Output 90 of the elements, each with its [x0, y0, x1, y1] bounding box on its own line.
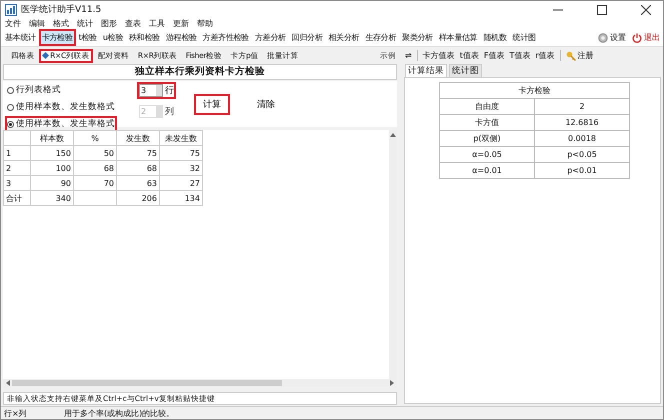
row-header: 2: [4, 160, 30, 176]
menu-item[interactable]: 统计: [77, 18, 93, 29]
row-header: 1: [4, 146, 30, 160]
app-icon[interactable]: [5, 4, 17, 16]
tab[interactable]: 相关分析: [326, 29, 362, 46]
button[interactable]: 计算: [194, 94, 230, 114]
table-cell[interactable]: [74, 190, 116, 206]
status-text: 用于多个率(或构成比)的比较。: [64, 408, 174, 418]
up-arrow-icon[interactable]: [390, 133, 396, 137]
menu-item[interactable]: 格式: [53, 18, 69, 29]
table-cell: α=0.01: [440, 162, 534, 178]
tab[interactable]: 计算结果: [405, 64, 447, 77]
table-cell: 0.0018: [534, 130, 630, 146]
table-cell[interactable]: 206: [116, 190, 160, 206]
tab[interactable]: 生存分析: [362, 29, 400, 46]
tab[interactable]: 聚类分析: [399, 29, 436, 46]
window-title: 医学统计助手V11.5: [21, 4, 102, 16]
table-cell[interactable]: 90: [30, 176, 74, 190]
tab[interactable]: 随机数: [480, 29, 510, 46]
table-cell: 12.6816: [534, 114, 630, 130]
close-icon[interactable]: [641, 4, 651, 14]
table-cell: p(双侧): [440, 130, 534, 146]
tab[interactable]: 方差分析: [252, 29, 289, 46]
column-header: %: [74, 130, 116, 146]
menu-item[interactable]: 编辑: [29, 18, 45, 29]
tab[interactable]: 游程检验: [162, 29, 200, 46]
table-cell: 2: [534, 98, 630, 114]
column-header: 未发生数: [160, 130, 202, 146]
table-cell[interactable]: 68: [74, 160, 116, 176]
column-header: 发生数: [116, 130, 160, 146]
table-cell[interactable]: 63: [116, 176, 160, 190]
exit-button[interactable]: 退出: [632, 32, 660, 43]
table-cell[interactable]: 340: [30, 190, 74, 206]
right-arrow-icon[interactable]: [390, 380, 394, 386]
settings-icon[interactable]: [598, 32, 608, 42]
table-cell: 自由度: [440, 98, 534, 114]
menu-item[interactable]: 更新: [173, 18, 189, 29]
table-link[interactable]: 卡方值表: [422, 50, 455, 61]
table-link[interactable]: F值表: [484, 50, 504, 61]
table-cell: α=0.05: [440, 146, 534, 162]
table-cell[interactable]: 68: [116, 160, 160, 176]
row-header: 合计: [4, 190, 30, 206]
table-cell[interactable]: 75: [116, 146, 160, 160]
menu-item[interactable]: 查表: [125, 18, 141, 29]
table-cell[interactable]: 32: [160, 160, 202, 176]
table-link[interactable]: r值表: [535, 50, 555, 61]
maximize-icon[interactable]: [597, 4, 607, 14]
tab[interactable]: 统计图: [449, 64, 482, 77]
table-cell[interactable]: 50: [74, 146, 116, 160]
radio-option[interactable]: 行列表格式: [5, 82, 63, 98]
table-link[interactable]: t值表: [460, 50, 479, 61]
unit-label: 行: [165, 85, 174, 97]
tab[interactable]: 卡方检验: [38, 29, 76, 46]
power-icon[interactable]: [632, 32, 642, 42]
left-arrow-icon[interactable]: [6, 380, 10, 386]
column-header: 样本数: [30, 130, 74, 146]
table-link[interactable]: T值表: [509, 50, 530, 61]
table-cell[interactable]: 70: [74, 176, 116, 190]
horizontal-scrollbar[interactable]: [3, 379, 397, 387]
menu-item[interactable]: 图形: [101, 18, 117, 29]
register-button[interactable]: 注册: [566, 50, 594, 61]
table-cell: p<0.05: [534, 146, 630, 162]
table-cell[interactable]: 75: [160, 146, 202, 160]
tab[interactable]: 样本量估算: [436, 29, 480, 46]
table-cell[interactable]: 100: [30, 160, 74, 176]
table-title: 卡方检验: [440, 82, 630, 98]
swap-button[interactable]: ⇌: [405, 51, 412, 60]
table-cell[interactable]: 27: [160, 176, 202, 190]
tab[interactable]: 回归分析: [288, 29, 326, 46]
tab[interactable]: u检验: [100, 29, 126, 46]
menu-item[interactable]: 帮助: [197, 18, 213, 29]
row-header: 3: [4, 176, 30, 190]
scroll-thumb[interactable]: [12, 380, 282, 386]
tab[interactable]: 方差齐性检验: [200, 29, 252, 46]
unit-label: 列: [165, 106, 174, 118]
table-cell: 卡方值: [440, 114, 534, 130]
number-spinner[interactable]: 3: [139, 84, 163, 97]
panel-heading: 独立样本行乘列资料卡方检验: [3, 64, 397, 80]
menu-item[interactable]: 文件: [5, 18, 21, 29]
tab[interactable]: t检验: [76, 29, 100, 46]
tab[interactable]: 基本统计: [2, 29, 39, 46]
menu-item[interactable]: 工具: [149, 18, 165, 29]
status-text: 行×列: [3, 408, 28, 418]
table-cell[interactable]: 134: [160, 190, 202, 206]
tab[interactable]: 统计图: [510, 29, 539, 46]
table-cell[interactable]: 150: [30, 146, 74, 160]
radio-option[interactable]: 使用样本数、发生数格式: [5, 99, 117, 115]
table-cell: p<0.01: [534, 162, 630, 178]
tab[interactable]: 秩和检验: [126, 29, 163, 46]
settings-button[interactable]: 设置: [598, 32, 626, 43]
